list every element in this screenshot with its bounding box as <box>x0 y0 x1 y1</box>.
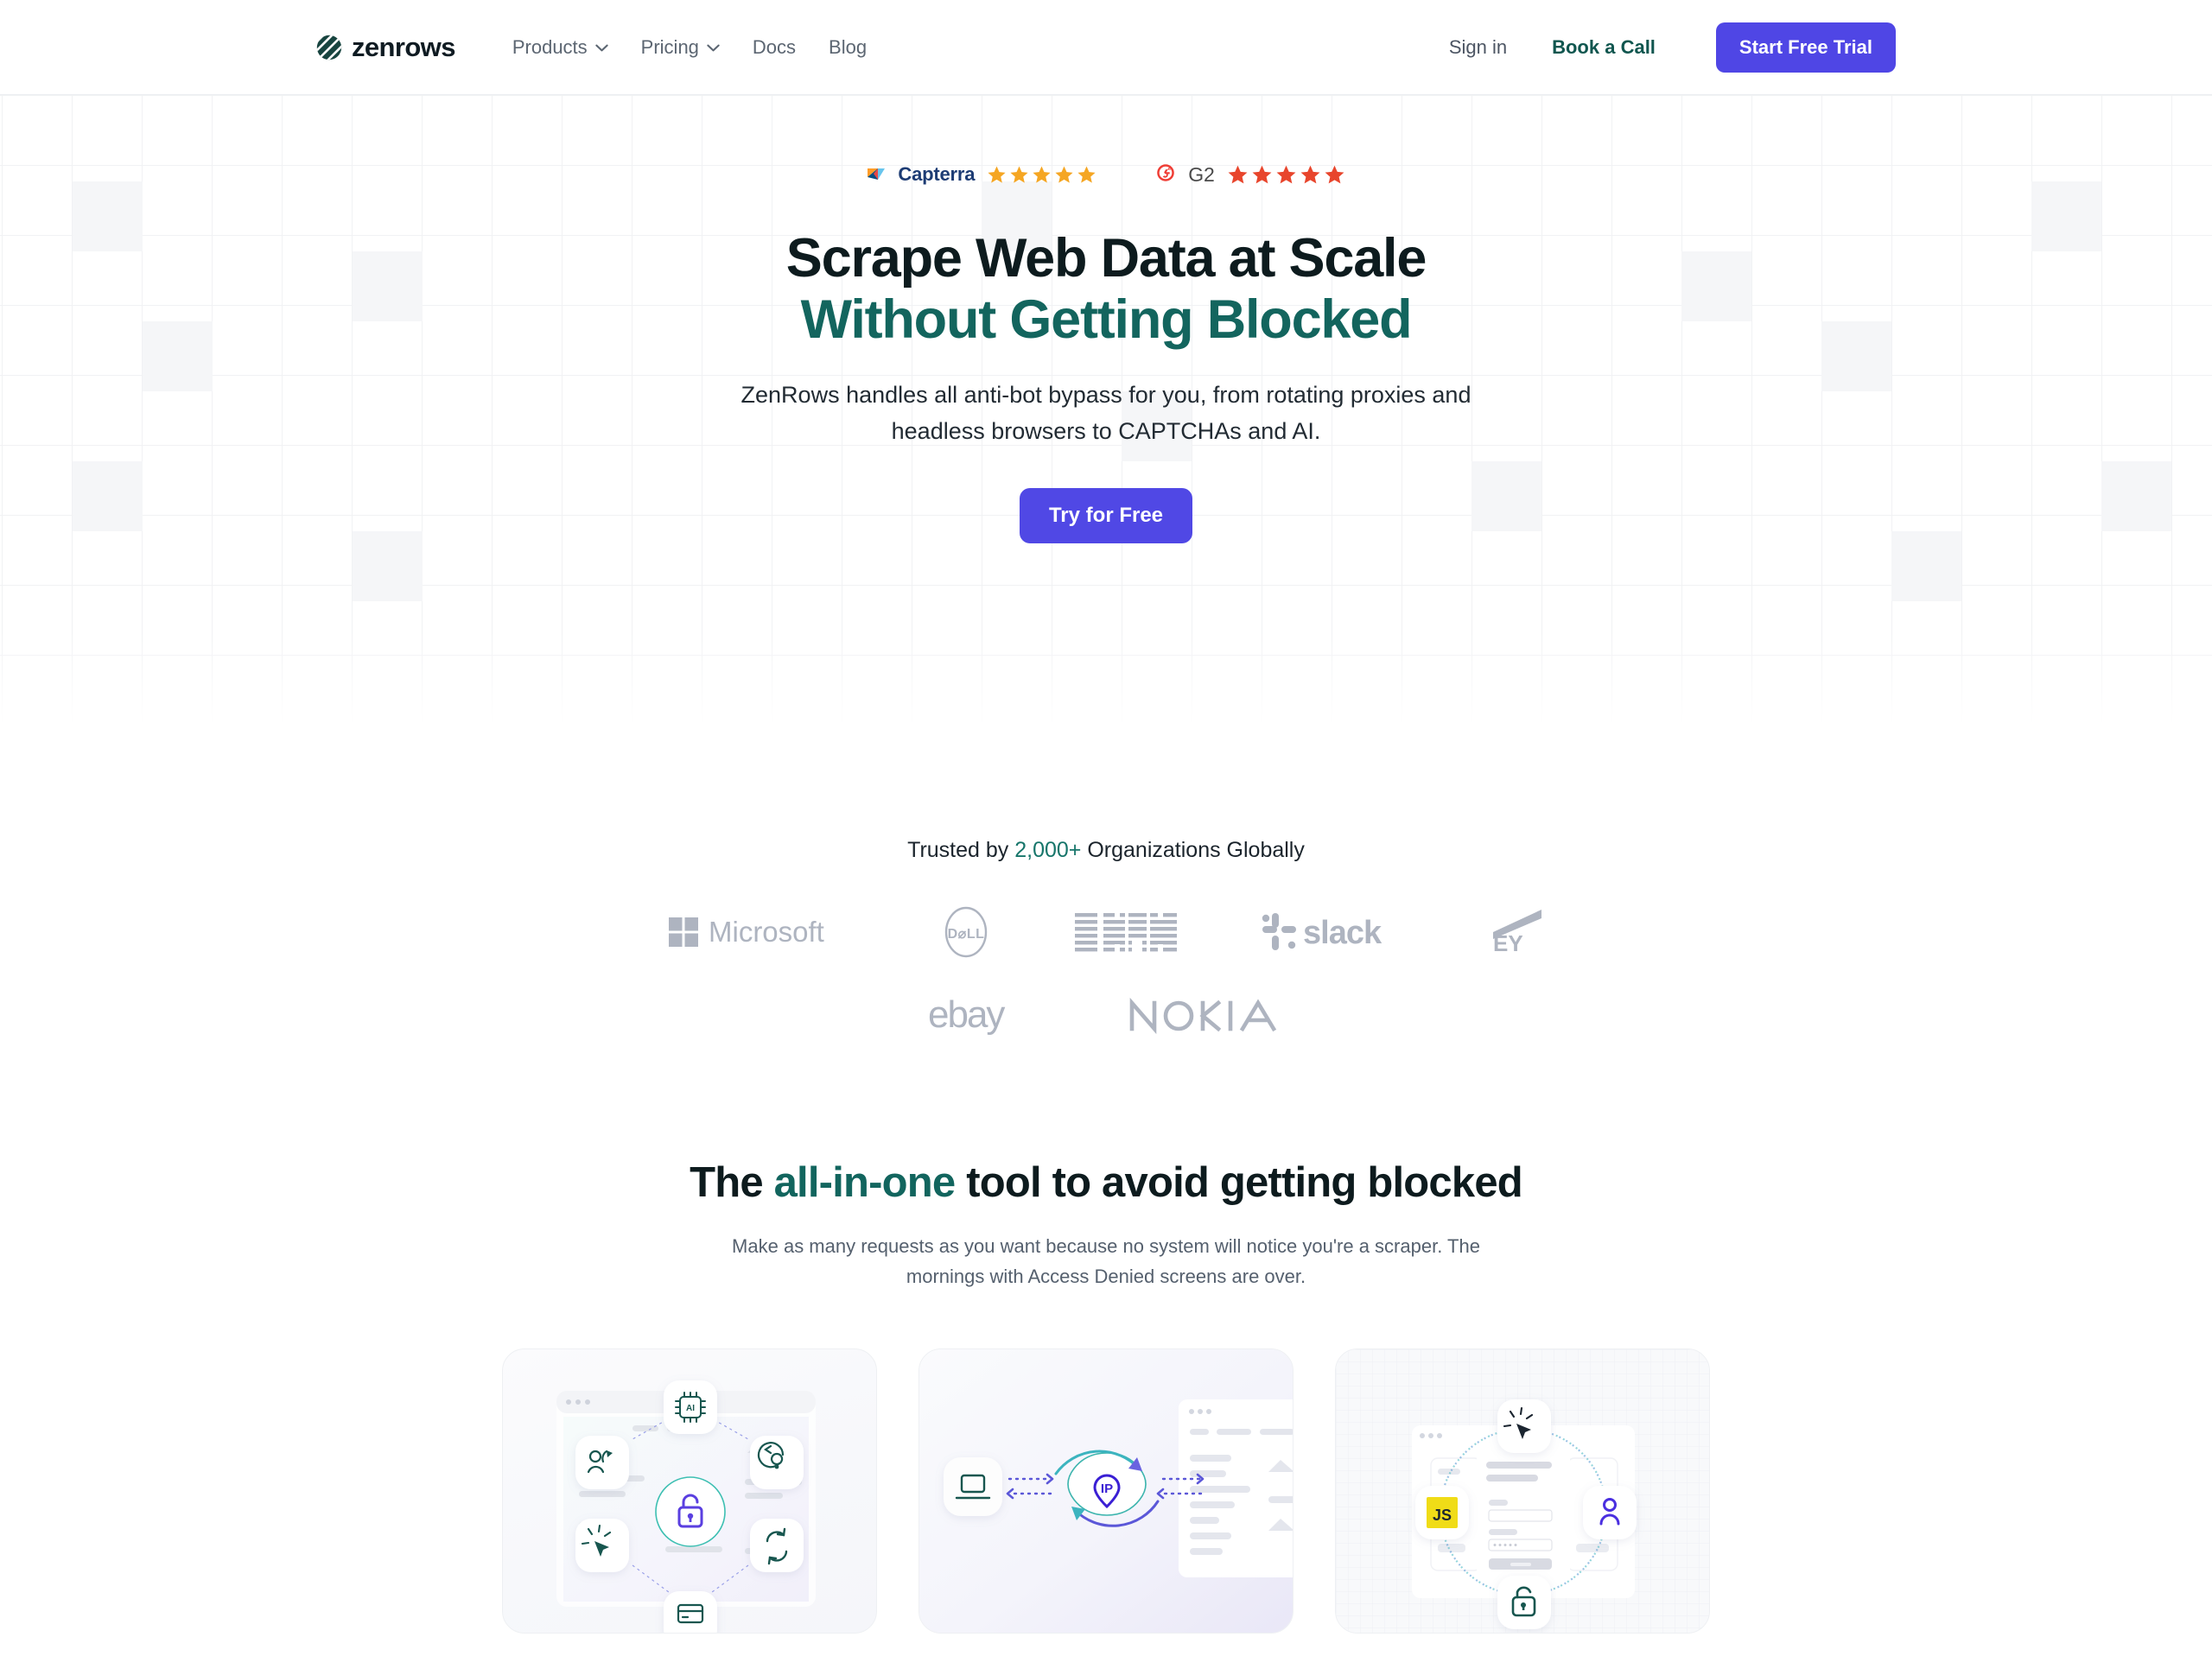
nav-item-blog[interactable]: Blog <box>829 36 867 59</box>
nav-item-docs-label: Docs <box>752 35 797 58</box>
nav-right-group: Sign in Book a Call Start Free Trial <box>1449 22 1896 73</box>
ibm-logo <box>1075 910 1179 955</box>
nav-item-products-label: Products <box>512 35 588 58</box>
capterra-stars <box>987 165 1096 185</box>
capterra-icon <box>867 163 886 187</box>
g2-icon: 2 <box>1155 162 1176 187</box>
svg-text:JS: JS <box>1433 1507 1452 1524</box>
svg-text:Microsoft: Microsoft <box>709 916 824 948</box>
nav-links: Products Pricing Docs Blog <box>512 36 867 59</box>
trusted-by-title: Trusted by 2,000+ Organizations Globally <box>0 838 2212 863</box>
trusted-by-section: Trusted by 2,000+ Organizations Globally… <box>0 838 2212 1037</box>
try-for-free-button[interactable]: Try for Free <box>1019 487 1193 543</box>
nav-item-pricing-label: Pricing <box>640 35 699 58</box>
slack-logo: slack <box>1262 910 1408 954</box>
hero-title-line1: Scrape Web Data at Scale <box>785 228 1427 289</box>
hero-subtitle: ZenRows handles all anti-bot bypass for … <box>741 382 1471 444</box>
zenrows-logo-icon <box>316 35 342 60</box>
zenrows-logo-text: zenrows <box>352 32 455 62</box>
sign-in-link[interactable]: Sign in <box>1449 36 1507 59</box>
microsoft-logo: Microsoft <box>669 912 857 952</box>
anti-bot-bypass-card[interactable]: AI <box>502 1348 877 1634</box>
g2-badge[interactable]: 2 G2 <box>1155 162 1344 187</box>
nav-left-group: zenrows Products Pricing Docs Blog <box>316 34 867 60</box>
capterra-label: Capterra <box>898 163 976 185</box>
section2-title-highlight: all-in-one <box>773 1159 957 1206</box>
js-rendering-card[interactable]: JS <box>1335 1348 1710 1634</box>
chevron-down-icon <box>707 44 720 52</box>
hero-content: Capterra 2 G2 Scrape Web Data at Scale W… <box>0 95 2212 543</box>
ip-rotation-card[interactable]: IP <box>918 1348 1294 1634</box>
svg-text:D⌀LL: D⌀LL <box>948 927 985 942</box>
nav-item-blog-label: Blog <box>829 35 868 58</box>
capterra-badge[interactable]: Capterra <box>867 163 1096 187</box>
dell-logo: D⌀LL <box>940 906 992 958</box>
trusted-suffix: Organizations Globally <box>1081 838 1305 862</box>
client-logo-row-2: ebay <box>0 994 2212 1037</box>
svg-text:EY: EY <box>1493 930 1523 956</box>
zenrows-logo[interactable]: zenrows <box>316 34 455 60</box>
all-in-one-section: The all-in-one tool to avoid getting blo… <box>0 1158 2212 1634</box>
nav-item-docs[interactable]: Docs <box>753 36 796 59</box>
chevron-down-icon <box>595 44 608 52</box>
section2-subtitle: Make as many requests as you want becaus… <box>732 1235 1480 1288</box>
book-a-call-link[interactable]: Book a Call <box>1552 36 1656 59</box>
nav-item-products[interactable]: Products <box>512 36 608 59</box>
trusted-prefix: Trusted by <box>907 838 1015 862</box>
nav-item-pricing[interactable]: Pricing <box>641 36 720 59</box>
client-logo-row-1: Microsoft D⌀LL slack EY <box>0 906 2212 958</box>
review-badges: Capterra 2 G2 <box>0 157 2212 192</box>
g2-label: G2 <box>1188 162 1215 186</box>
hero-title-line2: Without Getting Blocked <box>800 289 1413 350</box>
ebay-logo: ebay <box>928 994 1032 1037</box>
section2-title: The all-in-one tool to avoid getting blo… <box>0 1158 2212 1207</box>
section2-title-post: tool to avoid getting blocked <box>955 1159 1523 1206</box>
nokia-logo <box>1128 996 1284 1036</box>
top-navbar: zenrows Products Pricing Docs Blog Sign … <box>0 0 2212 95</box>
section2-title-pre: The <box>690 1159 774 1206</box>
g2-stars <box>1227 164 1345 186</box>
ey-logo: EY <box>1491 908 1543 956</box>
feature-cards: AI IP JS <box>0 1348 2212 1634</box>
trusted-count: 2,000+ <box>1014 838 1082 862</box>
svg-text:AI: AI <box>686 1404 695 1413</box>
start-free-trial-button[interactable]: Start Free Trial <box>1715 22 1896 73</box>
svg-text:slack: slack <box>1303 915 1382 951</box>
hero-section: Capterra 2 G2 Scrape Web Data at Scale W… <box>0 95 2212 726</box>
svg-text:2: 2 <box>1167 165 1171 171</box>
svg-text:IP: IP <box>1101 1482 1113 1496</box>
hero-title: Scrape Web Data at Scale Without Getting… <box>0 228 2212 350</box>
svg-text:ebay: ebay <box>928 994 1005 1036</box>
